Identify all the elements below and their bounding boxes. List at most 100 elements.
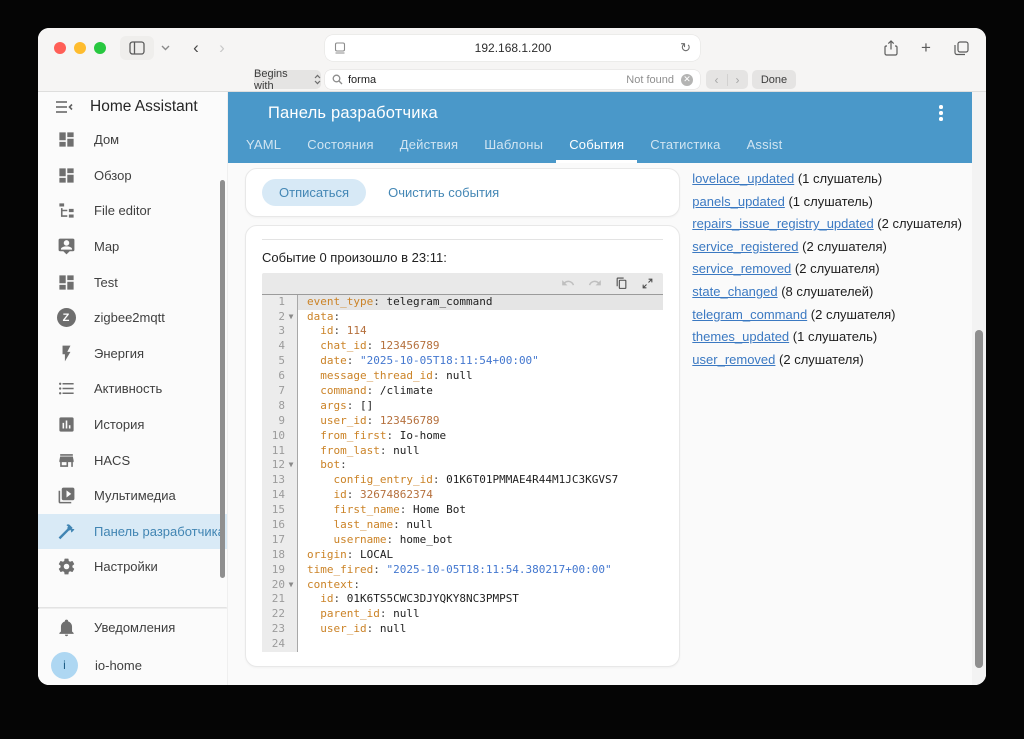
event-link-service_registered[interactable]: service_registered [692, 239, 798, 254]
page-settings-icon[interactable] [334, 41, 346, 55]
sidebar-item-user[interactable]: i io-home [38, 645, 227, 685]
event-link-service_removed[interactable]: service_removed [692, 261, 791, 276]
tab-yaml[interactable]: YAML [233, 129, 294, 163]
copy-icon[interactable] [615, 277, 628, 290]
event-link-panels_updated[interactable]: panels_updated [692, 194, 785, 209]
dashboard-icon [55, 164, 77, 186]
listener-count: (2 слушателя) [807, 306, 896, 322]
forward-button[interactable]: › [210, 36, 234, 60]
find-previous-button[interactable]: ‹ [707, 73, 727, 87]
listener-count: (1 слушатель) [794, 171, 883, 186]
sidebar-item-file-editor[interactable]: File editor [38, 193, 227, 229]
share-icon[interactable] [880, 36, 902, 60]
reload-icon[interactable]: ↻ [680, 40, 691, 56]
find-next-button[interactable]: › [728, 73, 748, 87]
sidebar-item-map[interactable]: Map [38, 229, 227, 265]
code-line-6: 6 message_thread_id: null [262, 369, 663, 384]
page-scrollbar-thumb[interactable] [975, 330, 983, 668]
find-done-button[interactable]: Done [752, 70, 796, 89]
sidebar-item-история[interactable]: История [38, 407, 227, 443]
event-link-themes_updated[interactable]: themes_updated [692, 329, 789, 344]
back-button[interactable]: ‹ [184, 36, 208, 60]
close-window-button[interactable] [54, 42, 66, 54]
browser-sidebar-toggle-button[interactable] [120, 36, 154, 60]
clear-events-button[interactable]: Очистить события [388, 185, 499, 200]
sidebar-item-hacs[interactable]: HACS [38, 442, 227, 478]
event-link-lovelace_updated[interactable]: lovelace_updated [692, 171, 794, 186]
fullscreen-icon[interactable] [641, 277, 654, 290]
code-line-12: 12 ▼ bot: [262, 458, 663, 474]
card-top-padding [262, 226, 663, 239]
app-title: Home Assistant [90, 98, 198, 115]
hammer-icon [55, 520, 77, 542]
line-gutter: 18 [262, 547, 298, 563]
sidebar-header: Home Assistant [38, 92, 227, 122]
sidebar-item-мультимедиа[interactable]: Мультимедиа [38, 478, 227, 514]
code-line-2: 2 ▼ data: [262, 309, 663, 325]
line-gutter: 6 [262, 369, 298, 384]
minimize-window-button[interactable] [74, 42, 86, 54]
event-listener-row: themes_updated (1 слушатель) [692, 329, 962, 344]
find-bar: Begins with forma Not found ✕ ‹ › Done [38, 68, 986, 92]
sidebar-item-активность[interactable]: Активность [38, 371, 227, 407]
tab-статистика[interactable]: Статистика [637, 129, 733, 163]
sidebar-items: Дом Обзор File editor Map Test Zzigbee2mqtt Эн… [38, 122, 227, 585]
code-line-15: 15 first_name: Home Bot [262, 503, 663, 518]
fold-toggle-icon[interactable]: ▼ [285, 458, 297, 473]
undo-icon[interactable] [561, 276, 575, 290]
sidebar-dropdown-chevron[interactable] [156, 36, 174, 60]
line-gutter: 16 [262, 517, 298, 533]
line-number: 16 [271, 517, 285, 531]
tab-шаблоны[interactable]: Шаблоны [471, 129, 556, 163]
code-line-16: 16 last_name: null [262, 517, 663, 533]
event-listener-row: service_registered (2 слушателя) [692, 239, 962, 254]
find-query-text: forma [348, 73, 377, 86]
fold-toggle-icon[interactable]: ▼ [285, 578, 297, 593]
line-number: 21 [271, 592, 285, 606]
find-input[interactable]: forma Not found ✕ [325, 70, 700, 89]
sidebar-item-энергия[interactable]: Энергия [38, 336, 227, 372]
find-mode-select[interactable]: Begins with [254, 68, 321, 92]
sidebar-scrollbar-thumb[interactable] [220, 180, 225, 578]
code-area[interactable]: 1 event_type: telegram_command 2 ▼ data: 3 id… [262, 294, 664, 652]
sidebar-item-label: Test [94, 274, 118, 290]
browser-window: ‹ › 192.168.1.200 ↻ + Begins with forma … [38, 28, 986, 685]
unsubscribe-button[interactable]: Отписаться [262, 179, 367, 206]
zoom-window-button[interactable] [94, 42, 106, 54]
overflow-menu-icon[interactable] [934, 105, 948, 121]
toolbar-right-actions: + [880, 36, 972, 60]
tab-события[interactable]: События [556, 129, 638, 163]
tab-assist[interactable]: Assist [734, 129, 796, 163]
event-link-state_changed[interactable]: state_changed [692, 284, 777, 299]
tab-состояния[interactable]: Состояния [294, 129, 386, 163]
tab-bar: YAML Состояния Действия Шаблоны События Стати… [228, 129, 795, 163]
sidebar-item-дом[interactable]: Дом [38, 122, 227, 158]
line-gutter: 4 [262, 339, 298, 355]
code-line-text: date: "2025-10-05T18:11:54+00:00" [320, 354, 539, 368]
event-link-telegram_command[interactable]: telegram_command [692, 307, 807, 322]
sidebar-item-test[interactable]: Test [38, 264, 227, 300]
event-link-user_removed[interactable]: user_removed [692, 352, 775, 367]
chart-icon [55, 414, 77, 436]
sidebar-item-notifications[interactable]: Уведомления [38, 609, 227, 645]
tab-действия[interactable]: Действия [387, 129, 472, 163]
clear-search-icon[interactable]: ✕ [681, 73, 693, 86]
sidebar-item-обзор[interactable]: Обзор [38, 158, 227, 194]
sidebar-item-zigbee2mqtt[interactable]: Zzigbee2mqtt [38, 300, 227, 336]
ha-header: Панель разработчика YAML Состояния Действи… [228, 92, 972, 163]
redo-icon[interactable] [588, 276, 602, 290]
new-tab-icon[interactable]: + [915, 36, 937, 60]
menu-toggle-icon[interactable] [55, 100, 73, 114]
code-line-23: 23 user_id: null [262, 622, 663, 638]
line-gutter: 21 [262, 592, 298, 608]
sidebar-item-настройки[interactable]: Настройки [38, 549, 227, 585]
line-number: 4 [278, 339, 285, 353]
line-gutter: 2 ▼ [262, 309, 298, 325]
tab-overview-icon[interactable] [950, 36, 972, 60]
sidebar-item-панель-разработчика[interactable]: Панель разработчика [38, 513, 227, 550]
code-line-text: args: [] [320, 398, 374, 412]
fold-toggle-icon[interactable]: ▼ [285, 310, 297, 325]
sidebar-item-label: Панель разработчика [94, 523, 225, 539]
event-link-repairs_issue_registry_updated[interactable]: repairs_issue_registry_updated [692, 216, 873, 231]
address-bar[interactable]: 192.168.1.200 ↻ [325, 35, 700, 61]
